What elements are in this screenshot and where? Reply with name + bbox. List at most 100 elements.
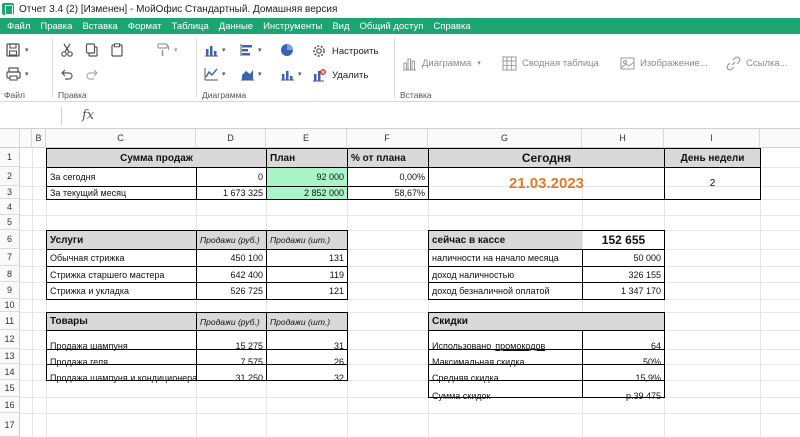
row-header[interactable]: 1	[0, 148, 20, 167]
format-painter-dropdown-icon[interactable]: ▾	[174, 46, 178, 54]
month-plan[interactable]: 2 852 000	[267, 187, 347, 199]
print-icon[interactable]	[4, 65, 22, 83]
menu-sharing[interactable]: Общий доступ	[360, 21, 424, 32]
pie-chart-icon[interactable]	[278, 41, 296, 59]
column-header-c[interactable]: C	[46, 129, 196, 148]
select-all-corner[interactable]	[0, 129, 20, 148]
discount-row-value[interactable]: р.39 475	[583, 391, 664, 401]
undo-icon[interactable]	[58, 65, 76, 83]
services-col-qty[interactable]: Продажи (шт.)	[267, 231, 347, 249]
goods-col-qty[interactable]: Продажи (шт.)	[267, 313, 347, 330]
row-header[interactable]: 8	[0, 266, 20, 282]
cash-row-label[interactable]: наличности на начало месяца	[429, 250, 582, 266]
service-name[interactable]: Обычная стрижка	[47, 250, 196, 266]
menu-tools[interactable]: Инструменты	[263, 21, 322, 32]
combo-chart-icon[interactable]	[278, 65, 296, 83]
goods-name[interactable]: Продажа геля	[47, 357, 196, 367]
row-header[interactable]: 12	[0, 330, 20, 349]
paste-icon[interactable]	[108, 41, 126, 59]
service-rub[interactable]: 450 100	[197, 250, 266, 266]
goods-qty[interactable]: 26	[267, 357, 347, 367]
today-header[interactable]: Сегодня	[429, 149, 664, 167]
row-header[interactable]: 16	[0, 397, 20, 413]
cash-row-value[interactable]: 50 000	[583, 250, 664, 266]
row-header[interactable]: 3	[0, 186, 20, 199]
area-chart-icon[interactable]	[238, 65, 256, 83]
discount-row-label[interactable]: Максимальная скидка	[429, 357, 582, 367]
row-header[interactable]: 14	[0, 364, 20, 380]
goods-name[interactable]: Продажа шампуня и кондиционера	[47, 373, 197, 383]
service-name[interactable]: Стрижка старшего мастера	[47, 267, 196, 282]
service-rub[interactable]: 642 400	[197, 267, 266, 282]
row-header[interactable]: 6	[0, 230, 20, 249]
plan-header[interactable]: План	[267, 149, 347, 167]
today-plan[interactable]: 92 000	[267, 168, 347, 186]
goods-rub[interactable]: 31 250	[197, 373, 266, 383]
redo-icon[interactable]	[83, 65, 101, 83]
insert-image-button[interactable]: Изображение...	[618, 54, 708, 72]
cash-row-label[interactable]: доход безналичной оплатой	[429, 283, 582, 299]
goods-qty[interactable]: 32	[267, 373, 347, 383]
area-chart-dropdown-icon[interactable]: ▾	[258, 70, 262, 78]
cash-row-value[interactable]: 1 347 170	[583, 283, 664, 299]
row-header[interactable]: 13	[0, 349, 20, 364]
bar-chart-dropdown-icon[interactable]: ▾	[222, 46, 226, 54]
insert-chart-dropdown-icon[interactable]: ▾	[477, 59, 481, 67]
hbar-chart-dropdown-icon[interactable]: ▾	[258, 46, 262, 54]
cash-row-value[interactable]: 326 155	[583, 267, 664, 282]
pivot-table-button[interactable]: Сводная таблица	[500, 54, 599, 72]
month-label[interactable]: За текущий месяц	[47, 187, 196, 199]
today-value[interactable]: 0	[197, 168, 266, 186]
month-value[interactable]: 1 673 325	[197, 187, 266, 199]
discount-row-label[interactable]: Средняя скидка	[429, 373, 582, 383]
bar-chart-icon[interactable]	[202, 41, 220, 59]
menu-data[interactable]: Данные	[219, 21, 253, 32]
row-header[interactable]: 7	[0, 249, 20, 266]
print-dropdown-icon[interactable]: ▾	[25, 70, 29, 78]
services-header[interactable]: Услуги	[47, 231, 196, 249]
discounts-header[interactable]: Скидки	[429, 313, 664, 330]
service-name[interactable]: Стрижка и укладка	[47, 283, 196, 299]
save-dropdown-icon[interactable]: ▾	[25, 46, 29, 54]
column-header-b[interactable]: B	[32, 129, 46, 148]
row-header[interactable]: 17	[0, 413, 20, 437]
weekday-value[interactable]: 2	[665, 168, 760, 199]
cut-icon[interactable]	[58, 41, 76, 59]
combo-chart-dropdown-icon[interactable]: ▾	[298, 70, 302, 78]
service-qty[interactable]: 131	[267, 250, 347, 266]
service-qty[interactable]: 119	[267, 267, 347, 282]
delete-chart-button[interactable]: Удалить	[310, 66, 368, 84]
goods-col-rub[interactable]: Продажи (руб.)	[197, 313, 266, 330]
sales-header[interactable]: Сумма продаж	[47, 149, 266, 167]
today-label[interactable]: За сегодня	[47, 168, 196, 186]
goods-header[interactable]: Товары	[47, 313, 196, 330]
weekday-header[interactable]: День недели	[665, 149, 760, 167]
line-chart-dropdown-icon[interactable]: ▾	[222, 70, 226, 78]
menu-table[interactable]: Таблица	[172, 21, 209, 32]
column-header-h[interactable]: H	[582, 129, 664, 148]
cash-total[interactable]: 152 655	[583, 231, 664, 249]
column-header-i[interactable]: I	[664, 129, 760, 148]
row-header[interactable]: 9	[0, 282, 20, 299]
row-header[interactable]: 4	[0, 199, 20, 215]
formula-input[interactable]	[104, 106, 794, 126]
row-header[interactable]: 15	[0, 380, 20, 397]
column-header-f[interactable]: F	[347, 129, 428, 148]
name-box[interactable]	[4, 107, 62, 125]
cash-header[interactable]: сейчас в кассе	[429, 231, 582, 249]
menu-file[interactable]: Файл	[7, 21, 30, 32]
goods-rub[interactable]: 7 575	[197, 357, 266, 367]
insert-link-button[interactable]: Ссылка...	[724, 54, 788, 72]
format-painter-icon[interactable]	[154, 41, 172, 59]
configure-chart-button[interactable]: Настроить	[310, 42, 378, 60]
month-pct[interactable]: 58,67%	[348, 187, 428, 199]
save-icon[interactable]	[4, 41, 22, 59]
menu-insert[interactable]: Вставка	[82, 21, 117, 32]
column-header-d[interactable]: D	[196, 129, 266, 148]
services-col-rub[interactable]: Продажи (руб.)	[197, 231, 266, 249]
discount-row-value[interactable]: 15,9%	[583, 373, 664, 383]
column-header-g[interactable]: G	[428, 129, 582, 148]
insert-chart-button[interactable]: Диаграмма ▾	[400, 54, 481, 72]
column-header-a[interactable]	[20, 129, 32, 148]
today-date[interactable]: 21.03.2023	[429, 168, 664, 199]
